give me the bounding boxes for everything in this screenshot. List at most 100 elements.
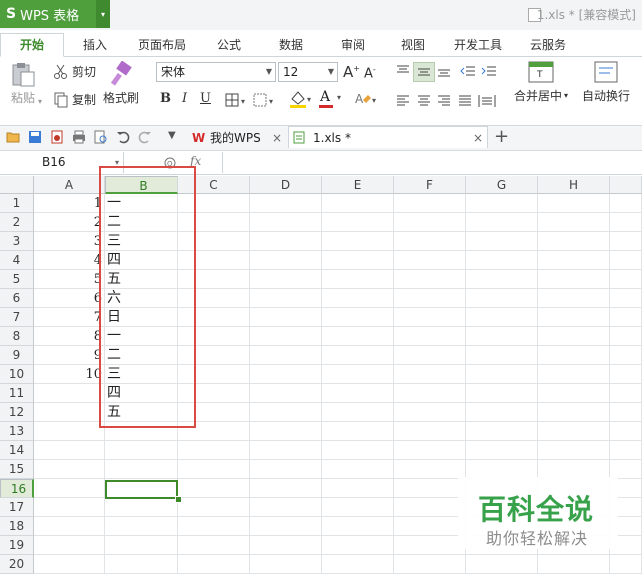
cell-E17[interactable] <box>322 498 394 517</box>
cell-G7[interactable] <box>466 308 538 327</box>
cell-G4[interactable] <box>466 251 538 270</box>
cell-E12[interactable] <box>322 403 394 422</box>
cell-G10[interactable] <box>466 365 538 384</box>
row-header-14[interactable]: 14 <box>0 441 34 460</box>
cell-E4[interactable] <box>322 251 394 270</box>
cell-F15[interactable] <box>394 460 466 479</box>
close-icon[interactable]: × <box>473 127 483 149</box>
print-preview-icon[interactable] <box>94 130 108 144</box>
redo-icon[interactable] <box>138 130 152 144</box>
row-header-19[interactable]: 19 <box>0 536 34 555</box>
cell-F14[interactable] <box>394 441 466 460</box>
cell-E2[interactable] <box>322 213 394 232</box>
italic-button[interactable]: I <box>182 91 187 106</box>
cell-H12[interactable] <box>538 403 610 422</box>
cell-F3[interactable] <box>394 232 466 251</box>
row-header-7[interactable]: 7 <box>0 308 34 327</box>
wps-app-menu-button[interactable]: S WPS 表格 <box>0 0 96 28</box>
cell-G5[interactable] <box>466 270 538 289</box>
cell-A18[interactable] <box>34 517 105 536</box>
cell-D15[interactable] <box>250 460 322 479</box>
cell-D18[interactable] <box>250 517 322 536</box>
cell-H6[interactable] <box>538 289 610 308</box>
cell-style-icon[interactable]: ▾ <box>253 93 277 107</box>
cell-A2[interactable]: 2 <box>34 213 105 232</box>
cell-A3[interactable]: 3 <box>34 232 105 251</box>
cell-B14[interactable] <box>105 441 178 460</box>
distribute-icon[interactable] <box>478 94 496 108</box>
row-header-8[interactable]: 8 <box>0 327 34 346</box>
cell-E6[interactable] <box>322 289 394 308</box>
cell-A4[interactable]: 4 <box>34 251 105 270</box>
cell-A8[interactable]: 8 <box>34 327 105 346</box>
new-tab-plus-icon[interactable]: + <box>494 126 509 147</box>
cell-E18[interactable] <box>322 517 394 536</box>
cell-A11[interactable] <box>34 384 105 403</box>
row-header-5[interactable]: 5 <box>0 270 34 289</box>
row-header-17[interactable]: 17 <box>0 498 34 517</box>
cell-D9[interactable] <box>250 346 322 365</box>
cell-D8[interactable] <box>250 327 322 346</box>
cell-B15[interactable] <box>105 460 178 479</box>
cell-G8[interactable] <box>466 327 538 346</box>
cell-E14[interactable] <box>322 441 394 460</box>
cell-D11[interactable] <box>250 384 322 403</box>
paste-dropdown-icon[interactable]: ▾ <box>38 97 42 106</box>
column-header-A[interactable]: A <box>34 176 105 194</box>
cell-I10[interactable] <box>610 365 642 384</box>
cell-I9[interactable] <box>610 346 642 365</box>
cell-A7[interactable]: 7 <box>34 308 105 327</box>
merge-center-button[interactable]: T 合并居中 ▾ <box>514 61 568 104</box>
tab-8[interactable]: 开发工具 <box>442 34 514 56</box>
cell-G2[interactable] <box>466 213 538 232</box>
cell-F9[interactable] <box>394 346 466 365</box>
cell-H5[interactable] <box>538 270 610 289</box>
decrease-indent-icon[interactable] <box>460 65 476 79</box>
align-left-icon[interactable] <box>396 95 410 107</box>
print-icon[interactable] <box>72 130 86 144</box>
cell-D4[interactable] <box>250 251 322 270</box>
cell-A13[interactable] <box>34 422 105 441</box>
cell-C15[interactable] <box>178 460 250 479</box>
font-name-select[interactable]: 宋体 ▼ <box>156 62 276 82</box>
cell-E3[interactable] <box>322 232 394 251</box>
select-all-corner[interactable] <box>0 176 34 194</box>
cell-D16[interactable] <box>250 479 322 498</box>
shrink-font-button[interactable]: A- <box>364 65 376 81</box>
cell-F1[interactable] <box>394 194 466 213</box>
tab-5[interactable]: 数据 <box>260 34 322 56</box>
cell-D2[interactable] <box>250 213 322 232</box>
cell-I13[interactable] <box>610 422 642 441</box>
row-header-18[interactable]: 18 <box>0 517 34 536</box>
cell-E5[interactable] <box>322 270 394 289</box>
cell-E9[interactable] <box>322 346 394 365</box>
border-icon[interactable]: ▾ <box>225 93 249 107</box>
undo-icon[interactable] <box>116 130 130 144</box>
cell-A15[interactable] <box>34 460 105 479</box>
cell-F13[interactable] <box>394 422 466 441</box>
font-size-select[interactable]: 12 ▼ <box>278 62 338 82</box>
format-painter-button[interactable]: 格式刷 <box>103 61 139 106</box>
cell-H14[interactable] <box>538 441 610 460</box>
column-header-E[interactable]: E <box>322 176 394 194</box>
open-folder-icon[interactable] <box>6 130 20 144</box>
grow-font-button[interactable]: A+ <box>343 63 360 81</box>
copy-button[interactable]: 复制 <box>53 91 96 108</box>
cell-B17[interactable] <box>105 498 178 517</box>
cell-G6[interactable] <box>466 289 538 308</box>
align-top-icon[interactable] <box>396 65 410 77</box>
cell-A20[interactable] <box>34 555 105 574</box>
cell-F18[interactable] <box>394 517 466 536</box>
tab-4[interactable]: 公式 <box>198 34 260 56</box>
doc-tab-1xls[interactable]: 1.xls * × <box>288 126 488 148</box>
cell-G11[interactable] <box>466 384 538 403</box>
save-icon[interactable] <box>28 130 42 144</box>
cell-D13[interactable] <box>250 422 322 441</box>
cell-F10[interactable] <box>394 365 466 384</box>
row-header-1[interactable]: 1 <box>0 194 34 213</box>
row-header-11[interactable]: 11 <box>0 384 34 403</box>
cell-E15[interactable] <box>322 460 394 479</box>
align-center-icon[interactable] <box>417 95 431 107</box>
cell-A12[interactable] <box>34 403 105 422</box>
cell-E1[interactable] <box>322 194 394 213</box>
